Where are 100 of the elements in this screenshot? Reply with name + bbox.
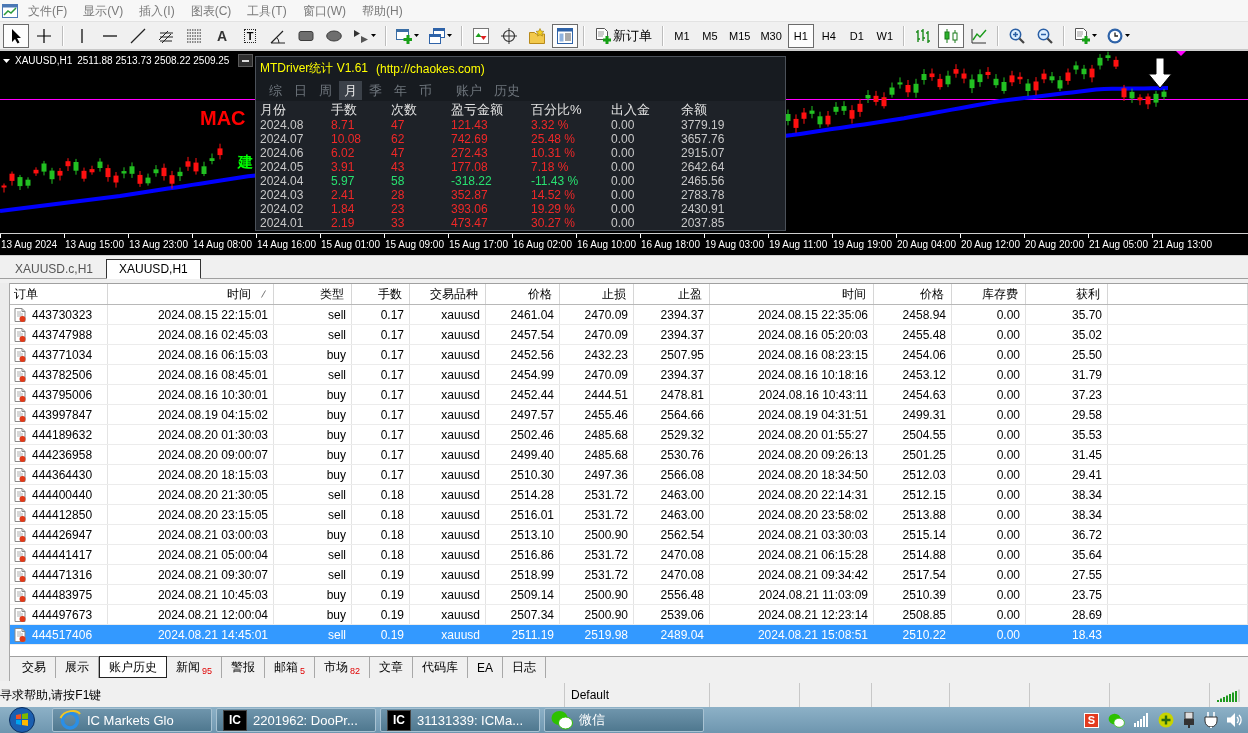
speaker-icon[interactable] bbox=[1227, 713, 1242, 727]
table-cell: 2530.76 bbox=[634, 445, 710, 464]
table-cell: 2024.08.19 04:31:51 bbox=[710, 405, 874, 424]
table-cell: xauusd bbox=[410, 365, 486, 384]
table-row[interactable]: 444189632 2024.08.20 01:30:03 buy 0.17 xauusd 2502.46 2485.68 2529.32 2024.08.20 01:55:27 2504.55 0.00 35.53 bbox=[10, 425, 1248, 445]
column-header[interactable]: 时间 bbox=[710, 284, 874, 304]
taskbar-button[interactable]: IC 31131339: ICMa... bbox=[380, 708, 540, 732]
power-plug-icon[interactable] bbox=[1204, 712, 1218, 728]
text-tool-button[interactable]: A bbox=[209, 23, 235, 48]
column-header[interactable]: 订单 bbox=[10, 284, 108, 304]
table-cell: 2458.94 bbox=[874, 305, 952, 324]
table-row[interactable]: 444412850 2024.08.20 23:15:05 sell 0.18 xauusd 2516.01 2531.72 2463.00 2024.08.20 23:58:02 2513.88 0.00 38.34 bbox=[10, 505, 1248, 525]
table-cell: 2024.08.16 05:20:03 bbox=[710, 325, 874, 344]
column-header[interactable]: 止盈 bbox=[634, 284, 710, 304]
menu-item[interactable]: 帮助(H) bbox=[354, 0, 411, 21]
table-cell: 25.50 bbox=[1026, 345, 1108, 364]
menu-item[interactable]: 文件(F) bbox=[20, 0, 76, 21]
table-row[interactable]: 443771034 2024.08.16 06:15:03 buy 0.17 xauusd 2452.56 2432.23 2507.95 2024.08.16 08:23:15 2454.06 0.00 25.50 bbox=[10, 345, 1248, 365]
table-cell: 2024.08.21 05:00:04 bbox=[108, 545, 274, 564]
table-cell: 31.45 bbox=[1026, 445, 1108, 464]
table-cell: 36.72 bbox=[1026, 525, 1108, 544]
order-number: 443771034 bbox=[32, 347, 93, 362]
chart-tab[interactable]: XAUUSD,H1 bbox=[106, 259, 201, 279]
table-cell: 2485.68 bbox=[560, 445, 634, 464]
timeframe-button[interactable]: M1 bbox=[669, 23, 695, 48]
taskbar-button[interactable]: IC 2201962: DooPr... bbox=[216, 708, 376, 732]
panel-tab[interactable]: 日志 bbox=[503, 657, 547, 678]
table-cell: 0.00 bbox=[952, 585, 1026, 604]
timeframe-button[interactable]: M5 bbox=[697, 23, 723, 48]
column-header[interactable]: 交易品种 bbox=[410, 284, 486, 304]
table-row[interactable]: 444400440 2024.08.20 21:30:05 sell 0.18 xauusd 2514.28 2531.72 2463.00 2024.08.20 22:14:31 2512.15 0.00 38.34 bbox=[10, 485, 1248, 505]
menu-item[interactable]: 图表(C) bbox=[182, 0, 240, 21]
candlestick-button[interactable] bbox=[937, 23, 964, 48]
table-cell: 2566.08 bbox=[634, 465, 710, 484]
panel-tab[interactable]: 交易 bbox=[13, 657, 56, 678]
timeframe-button[interactable]: H1 bbox=[787, 23, 814, 48]
column-header[interactable]: 库存费 bbox=[952, 284, 1026, 304]
taskbar-button[interactable]: 微信 bbox=[544, 708, 704, 732]
table-cell: 2024.08.21 03:30:03 bbox=[710, 525, 874, 544]
chart-tab[interactable]: XAUUSD.c,H1 bbox=[2, 259, 107, 279]
table-row[interactable]: 444426947 2024.08.21 03:00:03 buy 0.18 xauusd 2513.10 2500.90 2562.54 2024.08.21 03:30:03 2515.14 0.00 36.72 bbox=[10, 525, 1248, 545]
timeframe-button[interactable]: D1 bbox=[843, 23, 870, 48]
table-row[interactable]: 443997847 2024.08.19 04:15:02 buy 0.17 xauusd 2497.57 2455.46 2564.66 2024.08.19 04:31:51 2499.31 0.00 29.58 bbox=[10, 405, 1248, 425]
column-header[interactable]: 时间 bbox=[108, 284, 274, 304]
table-row[interactable]: 444471316 2024.08.21 09:30:07 sell 0.19 xauusd 2518.99 2531.72 2470.08 2024.08.21 09:34:42 2517.54 0.00 27.55 bbox=[10, 565, 1248, 585]
column-header[interactable]: 类型 bbox=[274, 284, 352, 304]
table-row[interactable]: 444364430 2024.08.20 18:15:03 buy 0.17 xauusd 2510.30 2497.36 2566.08 2024.08.20 18:34:50 2512.03 0.00 29.41 bbox=[10, 465, 1248, 485]
taskbar-button[interactable]: IC Markets Glo bbox=[52, 708, 212, 732]
order-icon bbox=[14, 567, 26, 582]
new-order-button[interactable]: 新订单 bbox=[590, 23, 657, 48]
terminal-button[interactable] bbox=[552, 23, 578, 48]
text-label-button[interactable]: T bbox=[237, 23, 263, 48]
table-cell: 2497.57 bbox=[486, 405, 560, 424]
signal-bars-icon[interactable] bbox=[1134, 713, 1149, 727]
table-row[interactable]: 443795006 2024.08.16 10:30:01 buy 0.17 xauusd 2452.44 2444.51 2478.81 2024.08.16 10:43:11 2454.63 0.00 37.23 bbox=[10, 385, 1248, 405]
table-row[interactable]: 443730323 2024.08.15 22:15:01 sell 0.17 xauusd 2461.04 2470.09 2394.37 2024.08.15 22:35:06 2458.94 0.00 35.70 bbox=[10, 305, 1248, 325]
table-cell: 0.18 bbox=[352, 485, 410, 504]
panel-tab[interactable]: 账户历史 bbox=[99, 656, 167, 678]
table-cell: 2514.88 bbox=[874, 545, 952, 564]
table-cell: 2024.08.21 15:08:51 bbox=[710, 625, 874, 644]
timeframe-button[interactable]: W1 bbox=[871, 23, 898, 48]
menu-item[interactable]: 插入(I) bbox=[131, 0, 183, 21]
column-header[interactable]: 价格 bbox=[874, 284, 952, 304]
table-row[interactable]: 444441417 2024.08.21 05:00:04 sell 0.18 xauusd 2516.86 2531.72 2470.08 2024.08.21 06:15:28 2514.88 0.00 35.64 bbox=[10, 545, 1248, 565]
panel-tab[interactable]: 代码库 bbox=[413, 657, 469, 678]
table-cell: 0.00 bbox=[952, 485, 1026, 504]
menu-item[interactable]: 窗口(W) bbox=[294, 0, 354, 21]
table-cell: 2508.85 bbox=[874, 605, 952, 624]
order-number: 443730323 bbox=[32, 307, 93, 322]
chat-bubbles-icon[interactable] bbox=[1108, 712, 1125, 728]
plus-circle-icon[interactable] bbox=[1158, 712, 1174, 728]
pointer-tool-button[interactable] bbox=[3, 23, 29, 48]
time-label: 15 Aug 17:00 bbox=[449, 239, 508, 250]
column-header[interactable]: 价格 bbox=[486, 284, 560, 304]
app-logo: IC bbox=[223, 709, 247, 731]
panel-tab[interactable]: 文章 bbox=[370, 657, 414, 678]
table-cell: 2501.25 bbox=[874, 445, 952, 464]
menu-item[interactable]: 工具(T) bbox=[239, 0, 295, 21]
timeframe-button[interactable]: H4 bbox=[815, 23, 842, 48]
table-cell: 2516.86 bbox=[486, 545, 560, 564]
table-cell: 0.17 bbox=[352, 445, 410, 464]
usb-plug-icon[interactable] bbox=[1183, 712, 1195, 728]
column-header[interactable]: 止损 bbox=[560, 284, 634, 304]
clock-icon bbox=[1106, 27, 1123, 44]
table-row[interactable]: 443747988 2024.08.16 02:45:03 sell 0.17 xauusd 2457.54 2470.09 2394.37 2024.08.16 05:20:03 2455.48 0.00 35.02 bbox=[10, 325, 1248, 345]
table-cell: 2024.08.20 01:30:03 bbox=[108, 425, 274, 444]
input-method-indicator[interactable]: S bbox=[1084, 712, 1099, 728]
table-row[interactable]: 444236958 2024.08.20 09:00:07 buy 0.17 xauusd 2499.40 2485.68 2530.76 2024.08.20 09:26:13 2501.25 0.00 31.45 bbox=[10, 445, 1248, 465]
column-header[interactable]: 获利 bbox=[1026, 284, 1108, 304]
table-row[interactable]: 444483975 2024.08.21 10:45:03 buy 0.19 xauusd 2509.14 2500.90 2556.48 2024.08.21 11:03:09 2510.39 0.00 23.75 bbox=[10, 585, 1248, 605]
panel-tab[interactable]: 警报 bbox=[222, 657, 265, 678]
timeframe-button[interactable]: M30 bbox=[756, 23, 786, 48]
column-header[interactable]: 手数 bbox=[352, 284, 410, 304]
window-plus-icon bbox=[396, 27, 412, 44]
table-row[interactable]: 443782506 2024.08.16 08:45:01 sell 0.17 xauusd 2454.99 2470.09 2394.37 2024.08.16 10:18:16 2453.12 0.00 31.79 bbox=[10, 365, 1248, 385]
panel-tab[interactable]: EA bbox=[468, 657, 504, 678]
time-label: 14 Aug 16:00 bbox=[257, 239, 316, 250]
timeframe-button[interactable]: M15 bbox=[725, 23, 755, 48]
menu-item[interactable]: 显示(V) bbox=[75, 0, 132, 21]
table-cell: sell bbox=[274, 365, 352, 384]
